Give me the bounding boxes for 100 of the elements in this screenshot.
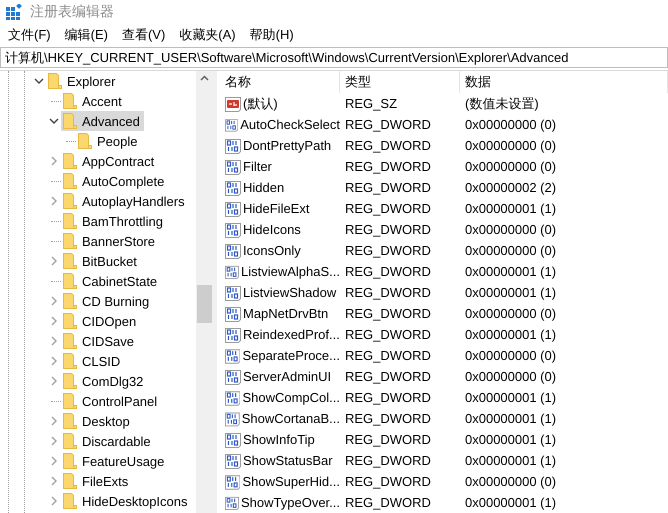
value-name[interactable]: ListviewAlphaS...	[241, 264, 340, 279]
chevron-right-icon[interactable]	[50, 476, 58, 486]
value-name[interactable]: MapNetDrvBtn	[243, 306, 328, 321]
tree-item[interactable]: AutoComplete	[61, 171, 168, 191]
value-name[interactable]: ServerAdminUI	[243, 369, 332, 384]
menu-item[interactable]: 帮助(H)	[250, 25, 294, 45]
tree-item[interactable]: Discardable	[61, 431, 155, 451]
scrollbar[interactable]	[196, 71, 213, 513]
tree-item[interactable]: Desktop	[61, 411, 134, 431]
scroll-up-icon[interactable]	[200, 75, 209, 81]
tree-item[interactable]: CLSID	[61, 351, 124, 371]
address-field[interactable]: 计算机\HKEY_CURRENT_USER\Software\Microsoft\Windows\CurrentVersion\Explorer\Advanced	[0, 47, 668, 68]
menu-item[interactable]: 收藏夹(A)	[179, 25, 236, 45]
app-icon	[6, 4, 22, 20]
value-name[interactable]: ListviewShadow	[243, 285, 336, 300]
value-name[interactable]: ReindexedProf...	[243, 327, 340, 342]
tree-item[interactable]: CIDSave	[61, 331, 138, 351]
chevron-down-icon[interactable]	[34, 78, 44, 84]
tree-item[interactable]: CD Burning	[61, 291, 154, 311]
value-name[interactable]: HideIcons	[243, 222, 301, 237]
binary-value-icon	[225, 494, 239, 510]
binary-value-icon	[225, 348, 240, 364]
tree-item-label: Discardable	[82, 434, 151, 448]
tree-item[interactable]: Accent	[61, 91, 126, 111]
tree-item-label: Accent	[82, 94, 122, 108]
tree-item[interactable]: ComDlg32	[61, 371, 148, 391]
value-name[interactable]: ShowTypeOver...	[241, 495, 340, 510]
value-data: 0x00000001 (1)	[464, 285, 558, 300]
value-name[interactable]: AutoCheckSelect	[240, 117, 340, 132]
value-data: 0x00000000 (0)	[464, 474, 558, 489]
tree-item[interactable]: FileExts	[61, 471, 132, 491]
binary-value-icon	[225, 390, 240, 406]
tree-item[interactable]: BamThrottling	[61, 211, 167, 231]
value-name[interactable]: Filter	[243, 159, 272, 174]
value-name[interactable]: ShowInfoTip	[243, 432, 315, 447]
chevron-right-icon[interactable]	[50, 196, 58, 206]
chevron-right-icon[interactable]	[50, 156, 58, 166]
value-name[interactable]: IconsOnly	[243, 243, 301, 258]
column-header[interactable]: 名称	[220, 71, 340, 93]
folder-icon	[63, 473, 77, 489]
tree-item[interactable]: CIDOpen	[61, 311, 140, 331]
value-name[interactable]: ShowStatusBar	[243, 453, 333, 468]
binary-value-icon	[225, 410, 240, 426]
chevron-right-icon[interactable]	[50, 356, 58, 366]
scrollbar-thumb[interactable]	[197, 285, 212, 323]
chevron-right-icon[interactable]	[50, 416, 58, 426]
tree-item[interactable]: ControlPanel	[61, 391, 162, 411]
tree-item-label: ComDlg32	[82, 374, 144, 388]
menu-item[interactable]: 文件(F)	[8, 25, 51, 45]
binary-value-icon	[225, 180, 241, 196]
chevron-right-icon[interactable]	[50, 376, 58, 386]
tree-item[interactable]: HideDesktopIcons	[61, 491, 192, 511]
value-name[interactable]: ShowCompCol...	[242, 390, 340, 405]
tree-item-label: CIDSave	[82, 334, 134, 348]
value-name[interactable]: ShowCortanaB...	[242, 411, 340, 426]
chevron-right-icon[interactable]	[50, 316, 58, 326]
tree-item[interactable]: CabinetState	[61, 271, 162, 291]
tree-item-label: People	[97, 134, 138, 148]
value-type: REG_DWORD	[344, 264, 432, 279]
tree-item[interactable]: AutoplayHandlers	[61, 191, 189, 211]
menu-item[interactable]: 查看(V)	[122, 25, 166, 45]
folder-icon	[63, 433, 77, 449]
value-type: REG_DWORD	[344, 243, 432, 258]
tree-item[interactable]: BitBucket	[61, 251, 141, 271]
chevron-down-icon[interactable]	[49, 118, 59, 124]
column-header[interactable]: 数据	[460, 71, 668, 93]
value-type: REG_DWORD	[344, 432, 432, 447]
value-data: 0x00000000 (0)	[464, 369, 558, 384]
tree-item[interactable]: FeatureUsage	[61, 451, 168, 471]
folder-icon	[63, 233, 77, 249]
value-name[interactable]: (默认)	[243, 94, 278, 112]
tree-item[interactable]: Explorer	[46, 71, 120, 91]
chevron-right-icon[interactable]	[50, 336, 58, 346]
tree-item[interactable]: BannerStore	[61, 231, 159, 251]
value-name[interactable]: ShowSuperHid...	[242, 474, 340, 489]
tree-item-label: ControlPanel	[82, 394, 158, 408]
value-name[interactable]: Hidden	[243, 180, 284, 195]
tree-item[interactable]: People	[76, 131, 142, 151]
value-data: 0x00000001 (1)	[464, 432, 558, 447]
tree-item[interactable]: AppContract	[61, 151, 158, 171]
value-name[interactable]: DontPrettyPath	[243, 138, 332, 153]
chevron-right-icon[interactable]	[50, 436, 58, 446]
menu-item[interactable]: 编辑(E)	[64, 25, 108, 45]
folder-icon	[63, 273, 77, 289]
chevron-right-icon[interactable]	[50, 496, 58, 506]
value-data: 0x00000000 (0)	[464, 159, 558, 174]
value-data: 0x00000001 (1)	[464, 390, 558, 405]
binary-value-icon	[225, 368, 241, 384]
value-name[interactable]: HideFileExt	[243, 201, 310, 216]
value-name[interactable]: SeparateProce...	[242, 348, 340, 363]
value-type: REG_DWORD	[344, 117, 432, 132]
value-type: REG_DWORD	[344, 327, 432, 342]
column-header[interactable]: 类型	[340, 71, 460, 93]
tree-item-label: BamThrottling	[82, 214, 163, 228]
value-data: 0x00000000 (0)	[464, 222, 558, 237]
chevron-right-icon[interactable]	[50, 256, 58, 266]
chevron-right-icon[interactable]	[50, 296, 58, 306]
tree-item[interactable]: Advanced	[61, 111, 144, 131]
binary-value-icon	[225, 452, 241, 468]
chevron-right-icon[interactable]	[50, 456, 58, 466]
